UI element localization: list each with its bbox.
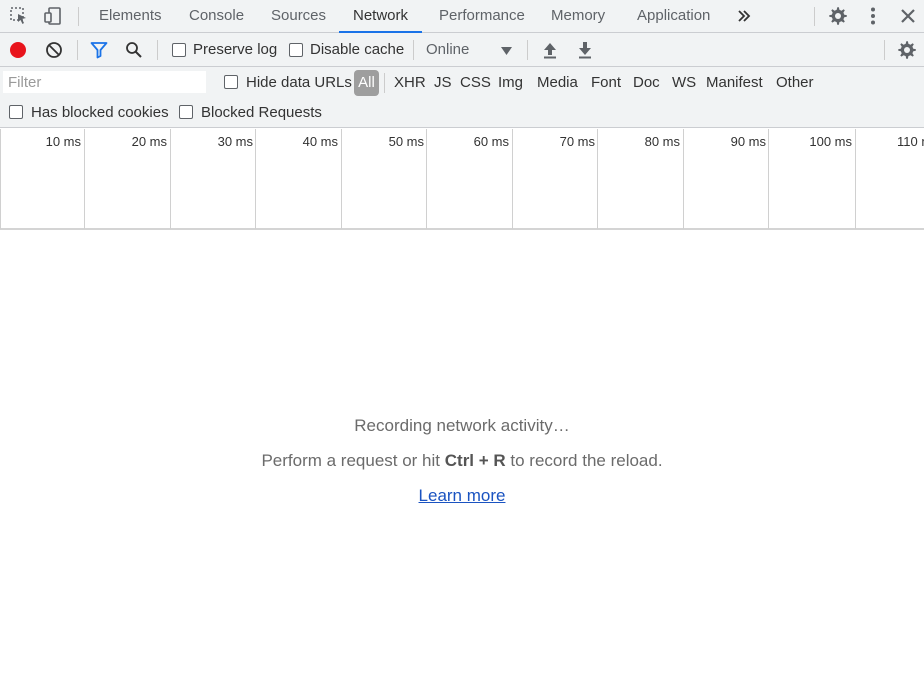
- throttling-value: Online: [426, 41, 470, 58]
- tick-label: 100 ms: [809, 134, 852, 149]
- tick-line: [855, 129, 856, 229]
- more-options-icon[interactable]: [862, 6, 884, 26]
- tick-line: [597, 129, 598, 229]
- divider: [527, 40, 528, 60]
- import-har-icon[interactable]: [542, 41, 558, 59]
- type-filter-css[interactable]: CSS: [460, 74, 491, 91]
- tick-label: 10 ms: [45, 134, 81, 149]
- preserve-log-label[interactable]: Preserve log: [193, 41, 277, 58]
- blocked-requests-label[interactable]: Blocked Requests: [201, 104, 322, 121]
- reload-hint-suffix: to record the reload.: [505, 451, 663, 470]
- export-har-icon[interactable]: [577, 41, 593, 59]
- tick-line: [84, 129, 85, 229]
- network-settings-gear-icon[interactable]: [897, 40, 917, 60]
- tick-label: 90 ms: [730, 134, 766, 149]
- tick-line: [170, 129, 171, 229]
- type-filter-other[interactable]: Other: [776, 74, 814, 91]
- devtools-tab-bar: Elements Console Sources Network Perform…: [0, 0, 924, 33]
- divider: [77, 40, 78, 60]
- type-filter-xhr[interactable]: XHR: [394, 74, 426, 91]
- tab-elements[interactable]: Elements: [99, 0, 162, 32]
- settings-gear-icon[interactable]: [827, 6, 849, 26]
- divider: [413, 40, 414, 60]
- divider: [884, 40, 885, 60]
- tick-label: 30 ms: [217, 134, 253, 149]
- tab-console[interactable]: Console: [189, 0, 244, 32]
- tick-label: 70 ms: [559, 134, 595, 149]
- divider: [814, 7, 815, 26]
- type-filter-manifest[interactable]: Manifest: [706, 74, 763, 91]
- tab-application[interactable]: Application: [637, 0, 710, 32]
- reload-shortcut: Ctrl + R: [444, 451, 506, 470]
- disable-cache-label[interactable]: Disable cache: [310, 41, 404, 58]
- record-button[interactable]: [9, 41, 27, 59]
- tick-line: [512, 129, 513, 229]
- tick-label: 80 ms: [644, 134, 680, 149]
- type-filter-all[interactable]: All: [354, 70, 379, 96]
- throttling-select[interactable]: Online: [426, 41, 516, 59]
- tab-network[interactable]: Network: [339, 0, 423, 33]
- tick-line: [426, 129, 427, 229]
- divider: [78, 7, 79, 26]
- filter-icon[interactable]: [90, 41, 108, 59]
- tick-line: [341, 129, 342, 229]
- filter-input[interactable]: [3, 71, 206, 93]
- tick-line: [683, 129, 684, 229]
- tick-label: 50 ms: [388, 134, 424, 149]
- search-icon[interactable]: [125, 41, 143, 59]
- clear-icon[interactable]: [45, 41, 63, 59]
- more-tabs-icon[interactable]: [733, 6, 755, 26]
- filter-bar: Hide data URLs All XHR JS CSS Img Media …: [0, 67, 924, 128]
- tab-performance[interactable]: Performance: [439, 0, 525, 32]
- disable-cache-checkbox[interactable]: [289, 43, 303, 57]
- type-filter-media[interactable]: Media: [537, 74, 578, 91]
- hide-data-urls-label[interactable]: Hide data URLs: [246, 74, 352, 91]
- type-filter-ws[interactable]: WS: [672, 74, 696, 91]
- close-icon[interactable]: [897, 6, 919, 26]
- tick-label: 110 ms: [897, 134, 924, 149]
- tab-sources[interactable]: Sources: [271, 0, 326, 32]
- preserve-log-checkbox[interactable]: [172, 43, 186, 57]
- learn-more-link[interactable]: Learn more: [419, 486, 506, 505]
- inspect-element-icon[interactable]: [8, 6, 30, 26]
- reload-hint: Perform a request or hit Ctrl + R to rec…: [0, 451, 924, 471]
- reload-hint-prefix: Perform a request or hit: [261, 451, 445, 470]
- tick-line: [255, 129, 256, 229]
- hide-data-urls-checkbox[interactable]: [224, 75, 238, 89]
- device-toolbar-icon[interactable]: [42, 6, 64, 26]
- dropdown-arrow-icon: [501, 43, 512, 60]
- has-blocked-cookies-label[interactable]: Has blocked cookies: [31, 104, 169, 121]
- tick-label: 20 ms: [131, 134, 167, 149]
- recording-status: Recording network activity…: [354, 416, 570, 435]
- network-toolbar: Preserve log Disable cache Online: [0, 33, 924, 67]
- type-filter-js[interactable]: JS: [434, 74, 452, 91]
- has-blocked-cookies-checkbox[interactable]: [9, 105, 23, 119]
- type-filter-doc[interactable]: Doc: [633, 74, 660, 91]
- tick-line: [768, 129, 769, 229]
- tick-label: 60 ms: [473, 134, 509, 149]
- blocked-requests-checkbox[interactable]: [179, 105, 193, 119]
- type-filter-img[interactable]: Img: [498, 74, 523, 91]
- timeline-overview[interactable]: 10 ms 20 ms 30 ms 40 ms 50 ms 60 ms 70 m…: [0, 129, 924, 230]
- type-filter-font[interactable]: Font: [591, 74, 621, 91]
- tick-line: [0, 129, 1, 229]
- tab-memory[interactable]: Memory: [551, 0, 605, 32]
- divider: [384, 73, 385, 93]
- tick-label: 40 ms: [302, 134, 338, 149]
- divider: [157, 40, 158, 60]
